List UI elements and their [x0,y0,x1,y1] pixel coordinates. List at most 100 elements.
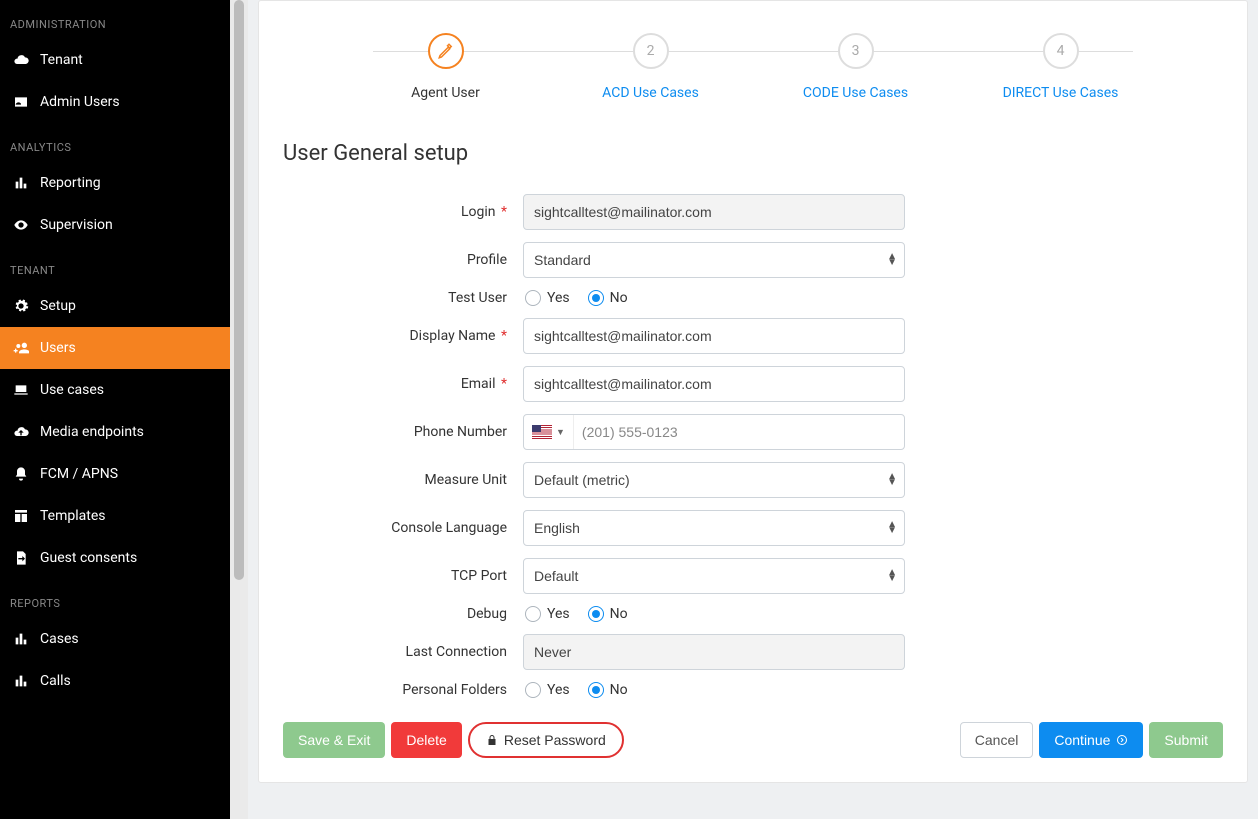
delete-button[interactable]: Delete [391,722,461,758]
sidebar-item-label: Cases [40,631,79,647]
sidebar-item-label: Reporting [40,175,101,191]
test-user-radio-group: Yes No [523,290,628,306]
main-content: Agent User 2 ACD Use Cases 3 CODE Use Ca… [248,0,1258,819]
id-card-icon [10,94,32,110]
reset-password-button[interactable]: Reset Password [468,722,624,758]
sidebar-item-supervision[interactable]: Supervision [0,204,230,246]
step-circle-2: 2 [633,33,669,69]
step-circle-4: 4 [1043,33,1079,69]
sidebar-item-label: Use cases [40,382,104,398]
test-user-label: Test User [283,290,523,306]
sidebar-item-fcm-apns[interactable]: FCM / APNS [0,453,230,495]
arrow-right-circle-icon [1116,734,1128,746]
step-circle-3: 3 [838,33,874,69]
sidebar-section-reports: REPORTS [0,579,230,618]
phone-input[interactable] [574,424,904,440]
cancel-button[interactable]: Cancel [960,722,1034,758]
last-connection-label: Last Connection [283,644,523,660]
continue-button[interactable]: Continue [1039,722,1143,758]
phone-label: Phone Number [283,424,523,440]
caret-down-icon: ▼ [556,427,565,438]
sidebar-section-analytics: ANALYTICS [0,123,230,162]
country-code-dropdown[interactable]: ▼ [524,415,574,449]
wizard-stepper: Agent User 2 ACD Use Cases 3 CODE Use Ca… [343,33,1163,101]
sidebar-item-guest-consents[interactable]: Guest consents [0,537,230,579]
document-export-icon [10,550,32,566]
debug-label: Debug [283,606,523,622]
personal-folders-yes-radio[interactable]: Yes [525,682,570,698]
sidebar-section-tenant: TENANT [0,246,230,285]
left-buttons: Save & Exit Delete Reset Password [283,722,624,758]
sidebar-item-label: Setup [40,298,76,314]
bell-icon [10,466,32,482]
step-label: DIRECT Use Cases [1003,85,1119,101]
step-circle-1 [428,33,464,69]
scrollbar-track[interactable] [230,0,248,819]
personal-folders-label: Personal Folders [283,682,523,698]
users-add-icon [10,340,32,356]
personal-folders-no-radio[interactable]: No [588,682,628,698]
login-label: Login * [283,204,523,220]
debug-no-radio[interactable]: No [588,606,628,622]
tcp-port-select[interactable]: Default [523,558,905,594]
step-label: Agent User [411,85,480,101]
template-icon [10,508,32,524]
submit-button[interactable]: Submit [1149,722,1223,758]
sidebar-item-label: Users [40,340,76,356]
sidebar: ADMINISTRATION Tenant Admin Users ANALYT… [0,0,230,819]
sidebar-item-users[interactable]: Users [0,327,230,369]
sidebar-item-tenant[interactable]: Tenant [0,39,230,81]
sidebar-item-label: Calls [40,673,71,689]
measure-unit-select[interactable]: Default (metric) [523,462,905,498]
sidebar-item-label: Tenant [40,52,83,68]
sidebar-item-reporting[interactable]: Reporting [0,162,230,204]
sidebar-item-setup[interactable]: Setup [0,285,230,327]
sidebar-item-label: Supervision [40,217,113,233]
section-title: User General setup [283,141,1223,166]
reset-password-label: Reset Password [504,732,606,748]
login-input[interactable] [523,194,905,230]
debug-radio-group: Yes No [523,606,628,622]
sidebar-item-label: Admin Users [40,94,120,110]
email-label: Email * [283,376,523,392]
sidebar-item-templates[interactable]: Templates [0,495,230,537]
display-name-input[interactable] [523,318,905,354]
sidebar-item-admin-users[interactable]: Admin Users [0,81,230,123]
debug-yes-radio[interactable]: Yes [525,606,570,622]
step-acd-use-cases[interactable]: 2 ACD Use Cases [548,33,753,101]
profile-label: Profile [283,252,523,268]
sidebar-section-administration: ADMINISTRATION [0,0,230,39]
last-connection-value [523,634,905,670]
personal-folders-radio-group: Yes No [523,682,628,698]
measure-unit-label: Measure Unit [283,472,523,488]
phone-input-group: ▼ [523,414,905,450]
sidebar-item-cases[interactable]: Cases [0,618,230,660]
pencil-icon [437,42,455,60]
lock-icon [486,734,498,746]
sidebar-item-calls[interactable]: Calls [0,660,230,702]
test-user-no-radio[interactable]: No [588,290,628,306]
gear-icon [10,298,32,314]
step-code-use-cases[interactable]: 3 CODE Use Cases [753,33,958,101]
bar-chart-icon [10,631,32,647]
button-row: Save & Exit Delete Reset Password Cancel… [283,722,1223,758]
step-agent-user[interactable]: Agent User [343,33,548,101]
user-form: Login * Profile Standard ▲▼ Test User Ye… [283,194,1223,698]
step-label: CODE Use Cases [803,85,908,101]
sidebar-item-label: Guest consents [40,550,137,566]
display-name-label: Display Name * [283,328,523,344]
cloud-icon [10,52,32,68]
save-exit-button[interactable]: Save & Exit [283,722,385,758]
laptop-icon [10,382,32,398]
step-label: ACD Use Cases [602,85,699,101]
profile-select[interactable]: Standard [523,242,905,278]
test-user-yes-radio[interactable]: Yes [525,290,570,306]
console-language-label: Console Language [283,520,523,536]
scrollbar-thumb[interactable] [234,0,244,580]
step-direct-use-cases[interactable]: 4 DIRECT Use Cases [958,33,1163,101]
bar-chart-icon [10,673,32,689]
sidebar-item-use-cases[interactable]: Use cases [0,369,230,411]
sidebar-item-media-endpoints[interactable]: Media endpoints [0,411,230,453]
email-input[interactable] [523,366,905,402]
console-language-select[interactable]: English [523,510,905,546]
